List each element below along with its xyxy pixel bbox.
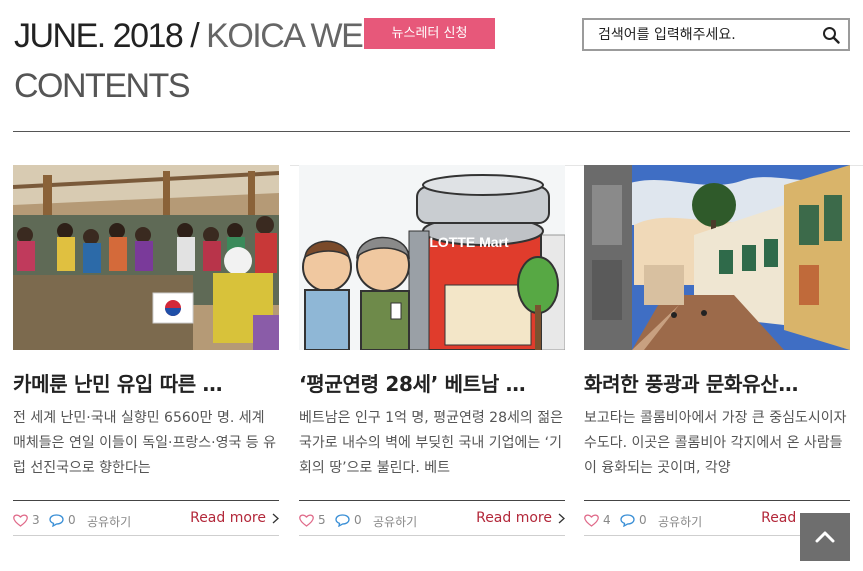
header-divider (13, 131, 850, 132)
site-name: KOICA WEB (206, 17, 385, 55)
comment-icon (620, 513, 635, 527)
comment-button[interactable]: 0 (49, 513, 76, 527)
newsletter-signup-button[interactable]: 뉴스레터 신청 (364, 18, 495, 49)
comment-count: 0 (639, 513, 647, 527)
comment-icon (335, 513, 350, 527)
article-thumbnail-bogota-street[interactable] (584, 165, 850, 350)
article-excerpt: 베트남은 인구 1억 명, 평균연령 28세의 젊은 국가로 내수의 벽에 부딪… (299, 410, 563, 476)
share-button[interactable]: 공유하기 (87, 513, 131, 530)
like-count: 3 (32, 513, 40, 527)
read-more-label: Read more (190, 510, 266, 526)
issue-date: JUNE. 2018 (14, 17, 184, 55)
comment-count: 0 (68, 513, 76, 527)
like-count: 4 (603, 513, 611, 527)
read-more-link[interactable]: Read more (190, 510, 279, 526)
chevron-right-icon (272, 513, 279, 523)
article-headline[interactable]: ‘평균연령 28세’ 베트남 … (299, 370, 565, 398)
like-button[interactable]: 4 (584, 513, 611, 527)
comment-button[interactable]: 0 (620, 513, 647, 527)
chevron-up-icon (815, 531, 835, 543)
read-more-link[interactable]: Read more (476, 510, 565, 526)
store-sign-text: LOTTE Mart (429, 234, 509, 250)
search-icon[interactable] (822, 26, 840, 44)
article-excerpt: 전 세계 난민·국내 실향민 6560만 명. 세계 매체들은 연일 이들이 독… (13, 410, 276, 476)
like-count: 5 (318, 513, 326, 527)
heart-icon (13, 514, 28, 527)
article-excerpt: 보고타는 콜롬비아에서 가장 큰 중심도시이자 수도다. 이곳은 콜롬비아 각지… (584, 410, 847, 476)
share-button[interactable]: 공유하기 (658, 513, 702, 530)
article-card: 화려한 풍광과 문화유산… 보고타는 콜롬비아에서 가장 큰 중심도시이자 수도… (584, 165, 850, 536)
article-card: LOTTE Mart ‘평균연령 28세’ 베트남 … 베트남은 인구 1억 명… (299, 165, 565, 536)
share-button[interactable]: 공유하기 (373, 513, 417, 530)
like-button[interactable]: 3 (13, 513, 40, 527)
comment-count: 0 (354, 513, 362, 527)
comment-button[interactable]: 0 (335, 513, 362, 527)
contents-heading: CONTENTS (14, 67, 191, 105)
scroll-to-top-button[interactable] (800, 513, 850, 561)
article-card: 카메룬 난민 유입 따른 … 전 세계 난민·국내 실향민 6560만 명. 세… (13, 165, 279, 536)
search-input[interactable] (598, 20, 808, 49)
article-meta-bar: 3 0 공유하기 Read more (13, 500, 279, 536)
article-meta-bar: 5 0 공유하기 Read more (299, 500, 565, 536)
search-box (582, 18, 850, 51)
comment-icon (49, 513, 64, 527)
read-more-label: Read more (476, 510, 552, 526)
heart-icon (584, 514, 599, 527)
article-headline[interactable]: 화려한 풍광과 문화유산… (584, 370, 850, 398)
like-button[interactable]: 5 (299, 513, 326, 527)
chevron-right-icon (558, 513, 565, 523)
heart-icon (299, 514, 314, 527)
title-separator: / (182, 17, 207, 55)
article-thumbnail-lotte-mart[interactable]: LOTTE Mart (299, 165, 565, 350)
article-headline[interactable]: 카메룬 난민 유입 따른 … (13, 370, 279, 398)
article-thumbnail-refugees[interactable] (13, 165, 279, 350)
